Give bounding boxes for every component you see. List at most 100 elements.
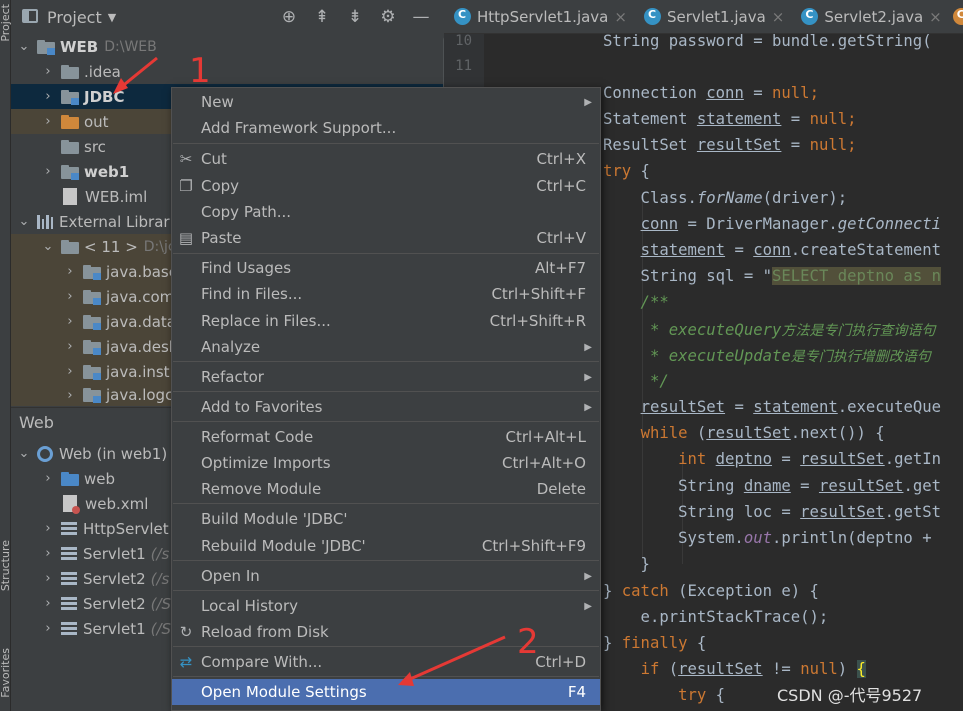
chevron-right-icon[interactable]: ›: [41, 164, 55, 179]
submenu-arrow-icon: ▶: [584, 96, 592, 108]
menu-item-build-module[interactable]: Build Module 'JDBC': [172, 506, 600, 532]
module-folder-icon: [37, 39, 55, 55]
tree-node-label: out: [84, 112, 109, 131]
tree-node-idea[interactable]: › .idea: [11, 59, 444, 84]
close-icon[interactable]: ×: [614, 8, 627, 26]
chevron-down-icon[interactable]: ⌄: [17, 39, 31, 54]
chevron-right-icon[interactable]: ›: [63, 339, 77, 354]
chevron-right-icon[interactable]: ›: [41, 89, 55, 104]
submenu-arrow-icon: ▶: [584, 570, 592, 582]
tree-node-label: HttpServlet: [83, 519, 169, 538]
code-line: String password = bundle.getString(: [603, 34, 932, 50]
iml-file-icon: [63, 188, 77, 205]
copy-icon: ❐: [179, 177, 193, 195]
annotation-step-1: 1: [189, 51, 211, 91]
code-line: e.printStackTrace();: [603, 608, 829, 626]
menu-item-open-in[interactable]: Open In ▶: [172, 563, 600, 589]
tab-servlet2[interactable]: Servlet2.java ×: [791, 0, 948, 34]
chevron-down-icon[interactable]: ⌄: [41, 239, 55, 254]
servlet-icon: [61, 571, 77, 586]
tab-label: Servlet1.java: [666, 7, 766, 26]
submenu-arrow-icon: ▶: [584, 401, 592, 413]
menu-item-local-history[interactable]: Local History ▶: [172, 593, 600, 619]
minimize-icon[interactable]: —: [411, 7, 431, 27]
code-line: } catch (Exception e) {: [603, 582, 819, 600]
menu-item-rebuild-module[interactable]: Rebuild Module 'JDBC' Ctrl+Shift+F9: [172, 533, 600, 559]
tab-overflow[interactable]: [949, 0, 963, 34]
excluded-folder-icon: [61, 114, 79, 129]
menu-separator: [173, 503, 599, 504]
chevron-down-icon[interactable]: ⌄: [17, 446, 31, 461]
tree-node-label: External Librar: [59, 212, 170, 231]
menu-separator: [173, 391, 599, 392]
servlet-icon: [61, 521, 77, 536]
menu-separator: [173, 421, 599, 422]
chevron-right-icon[interactable]: ›: [63, 289, 77, 304]
servlet-icon: [61, 621, 77, 636]
menu-item-remove-module[interactable]: Remove Module Delete: [172, 476, 600, 502]
tree-node-hint: (/s: [150, 569, 170, 588]
libraries-icon: [37, 214, 53, 229]
chevron-right-icon[interactable]: ›: [41, 471, 55, 486]
project-view-title[interactable]: Project: [47, 8, 102, 27]
menu-item-find-usages[interactable]: Find Usages Alt+F7: [172, 255, 600, 281]
scissors-icon: ✂: [179, 150, 193, 168]
java-class-icon: [454, 8, 471, 25]
menu-separator: [173, 676, 599, 677]
menu-item-add-to-favorites[interactable]: Add to Favorites ▶: [172, 394, 600, 420]
gear-icon[interactable]: ⚙: [378, 7, 398, 27]
menu-item-copy-path[interactable]: Copy Path...: [172, 199, 600, 225]
java-class-icon: [952, 8, 963, 25]
menu-item-reformat-code[interactable]: Reformat Code Ctrl+Alt+L: [172, 424, 600, 450]
menu-item-add-framework-support[interactable]: Add Framework Support...: [172, 115, 600, 141]
chevron-right-icon[interactable]: ›: [41, 521, 55, 536]
menu-separator: [173, 253, 599, 254]
chevron-right-icon[interactable]: ›: [63, 388, 77, 403]
code-line: */: [603, 372, 669, 390]
menu-item-cut[interactable]: ✂ Cut Ctrl+X: [172, 146, 600, 172]
code-line: System.out.println(deptno +: [603, 529, 941, 547]
chevron-right-icon[interactable]: ›: [41, 571, 55, 586]
chevron-right-icon[interactable]: ›: [41, 64, 55, 79]
chevron-right-icon[interactable]: ›: [63, 364, 77, 379]
tree-node-label: WEB: [60, 37, 99, 56]
menu-item-refactor[interactable]: Refactor ▶: [172, 364, 600, 390]
close-icon[interactable]: ×: [772, 8, 785, 26]
tab-servlet1[interactable]: Servlet1.java ×: [634, 0, 791, 34]
close-icon[interactable]: ×: [929, 8, 942, 26]
reload-icon: ↻: [179, 623, 193, 641]
jar-folder-icon: [83, 364, 101, 380]
chevron-down-icon[interactable]: ▼: [108, 11, 116, 24]
tree-node-label: web: [84, 469, 116, 488]
chevron-right-icon[interactable]: ›: [63, 314, 77, 329]
code-line: resultSet = statement.executeQue: [640, 398, 942, 416]
menu-item-paste[interactable]: ▤ Paste Ctrl+V: [172, 225, 600, 251]
expand-all-icon[interactable]: ⇞: [312, 7, 332, 27]
code-line: * executeQuery方法是专门执行查询语句: [603, 321, 936, 339]
chevron-right-icon[interactable]: ›: [41, 596, 55, 611]
tree-node-web-root[interactable]: ⌄ WEB D:\WEB: [11, 34, 444, 59]
menu-item-open-module-settings[interactable]: Open Module Settings F4: [172, 679, 600, 705]
tree-node-label: < 11 >: [84, 237, 138, 256]
chevron-right-icon[interactable]: ›: [41, 114, 55, 129]
tree-node-path: D:\WEB: [104, 38, 157, 55]
chevron-right-icon[interactable]: ›: [41, 546, 55, 561]
project-view-icon: [22, 9, 38, 23]
menu-item-replace-in-files[interactable]: Replace in Files... Ctrl+Shift+R: [172, 308, 600, 334]
chevron-right-icon[interactable]: ›: [63, 264, 77, 279]
code-line: if (resultSet != null) {: [640, 660, 866, 678]
clipboard-icon: ▤: [178, 229, 194, 247]
chevron-right-icon[interactable]: ›: [41, 621, 55, 636]
menu-item-analyze[interactable]: Analyze ▶: [172, 334, 600, 360]
submenu-arrow-icon: ▶: [584, 600, 592, 612]
watermark: CSDN @-代号9527: [777, 686, 923, 705]
menu-item-optimize-imports[interactable]: Optimize Imports Ctrl+Alt+O: [172, 450, 600, 476]
collapse-all-icon[interactable]: ⇟: [345, 7, 365, 27]
tree-node-label: java.instr: [106, 362, 176, 381]
chevron-down-icon[interactable]: ⌄: [17, 214, 31, 229]
menu-item-copy[interactable]: ❐ Copy Ctrl+C: [172, 173, 600, 199]
tab-httpservlet1[interactable]: HttpServlet1.java ×: [444, 0, 634, 34]
menu-item-new[interactable]: New ▶: [172, 89, 600, 115]
crosshair-icon[interactable]: ⊕: [279, 7, 299, 27]
menu-item-find-in-files[interactable]: Find in Files... Ctrl+Shift+F: [172, 281, 600, 307]
